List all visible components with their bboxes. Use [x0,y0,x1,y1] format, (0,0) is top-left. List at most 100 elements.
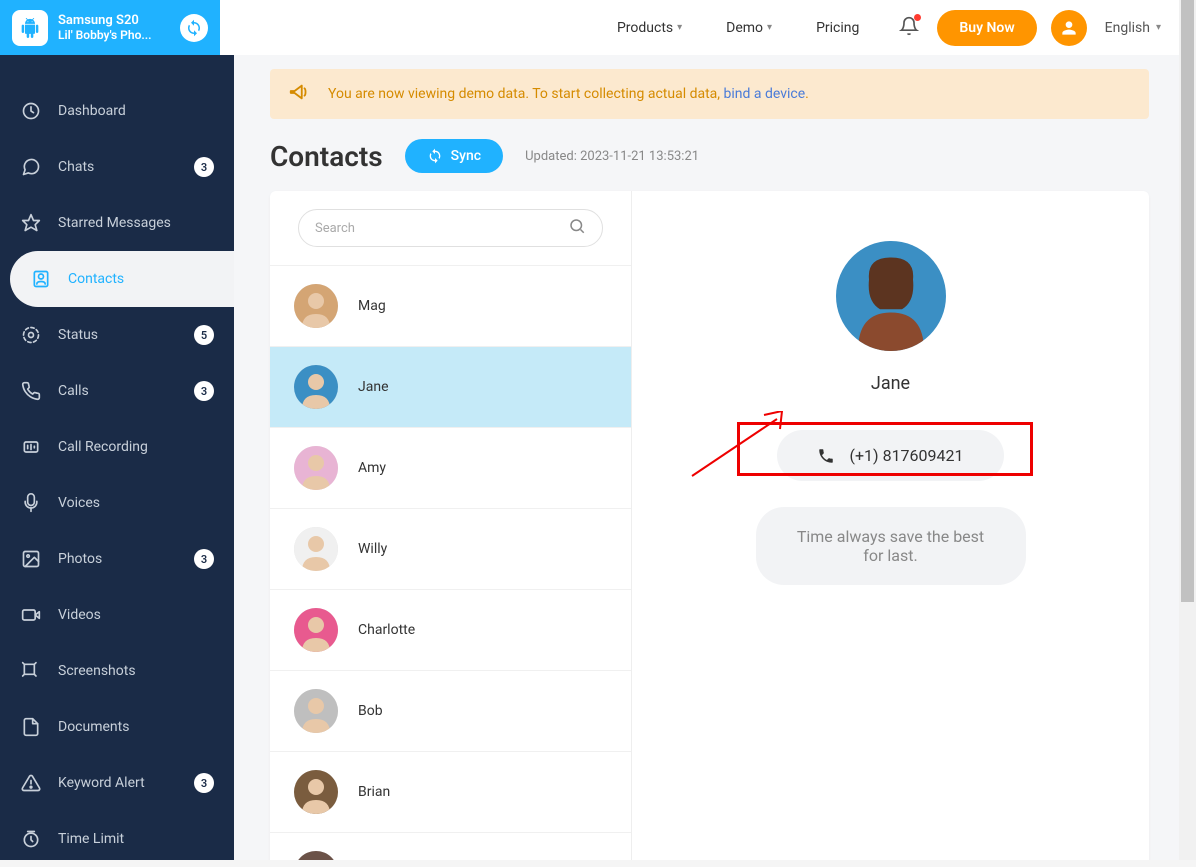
page-scrollbar[interactable] [1179,0,1196,860]
contact-row[interactable]: Willy [270,509,631,590]
sidebar-item-call-recording[interactable]: Call Recording [0,419,234,475]
contact-name: Mag [358,298,386,314]
sidebar-item-label: Screenshots [58,663,214,679]
contact-name: Charlotte [358,622,415,638]
contact-row[interactable]: Charlotte [270,590,631,671]
nav-demo[interactable]: Demo▾ [704,20,794,36]
bind-device-link[interactable]: bind a device [724,86,806,102]
sidebar-item-documents[interactable]: Documents [0,699,234,755]
sidebar-item-contacts[interactable]: Contacts [10,251,234,307]
sidebar-item-photos[interactable]: Photos3 [0,531,234,587]
sidebar-item-calls[interactable]: Calls3 [0,363,234,419]
chevron-down-icon: ▾ [767,22,772,33]
contact-avatar [294,689,338,733]
sidebar-item-label: Starred Messages [58,215,214,231]
sidebar-item-status[interactable]: Status5 [0,307,234,363]
sidebar-item-keyword-alert[interactable]: Keyword Alert3 [0,755,234,811]
sidebar-item-dashboard[interactable]: Dashboard [0,83,234,139]
sync-button[interactable]: Sync [405,139,503,173]
contact-row[interactable]: Sara [270,833,631,860]
sidebar: DashboardChats3Starred MessagesContactsS… [0,55,234,860]
badge-count: 3 [194,773,214,793]
sidebar-item-voices[interactable]: Voices [0,475,234,531]
buy-now-button[interactable]: Buy Now [937,10,1036,46]
sidebar-item-starred-messages[interactable]: Starred Messages [0,195,234,251]
contact-name: Amy [358,460,386,476]
contact-avatar [294,284,338,328]
sidebar-icon [20,828,42,850]
contact-row[interactable]: Bob [270,671,631,752]
chevron-down-icon: ▾ [677,22,682,33]
sidebar-item-time-limit[interactable]: Time Limit [0,811,234,867]
badge-count: 3 [194,157,214,177]
sidebar-item-label: Chats [58,159,194,175]
sidebar-item-label: Dashboard [58,103,214,119]
badge-count: 3 [194,381,214,401]
sidebar-item-chats[interactable]: Chats3 [0,139,234,195]
contact-name: Brian [358,784,390,800]
sidebar-icon [20,548,42,570]
device-badge[interactable]: Samsung S20 Lil' Bobby's Pho... [0,0,220,55]
phone-number[interactable]: (+1) 817609421 [777,430,1003,481]
badge-count: 3 [194,549,214,569]
contact-row[interactable]: Jane [270,347,631,428]
sidebar-icon [20,716,42,738]
sidebar-icon [20,212,42,234]
badge-count: 5 [194,325,214,345]
contact-avatar [294,770,338,814]
search-input[interactable] [315,221,568,236]
device-subtitle: Lil' Bobby's Pho... [58,28,174,42]
megaphone-icon [288,81,310,107]
sidebar-item-label: Calls [58,383,194,399]
contact-row[interactable]: Mag [270,265,631,347]
profile-avatar[interactable] [1051,10,1087,46]
android-icon [12,10,48,46]
contact-row[interactable]: Amy [270,428,631,509]
page-title: Contacts [270,140,383,173]
swap-device-icon[interactable] [180,14,208,42]
sidebar-icon [20,436,42,458]
device-name: Samsung S20 [58,13,174,28]
contact-name: Bob [358,703,383,719]
language-select[interactable]: English▾ [1105,20,1161,36]
notification-dot [914,14,921,21]
sidebar-icon [20,772,42,794]
contact-avatar [294,608,338,652]
sidebar-item-label: Videos [58,607,214,623]
search-box[interactable] [298,209,603,247]
main-content: You are now viewing demo data. To start … [234,55,1179,860]
sidebar-item-label: Keyword Alert [58,775,194,791]
chevron-down-icon: ▾ [1156,22,1161,33]
sidebar-item-screenshots[interactable]: Screenshots [0,643,234,699]
sidebar-icon [20,100,42,122]
contacts-panel: MagJaneAmyWillyCharlotteBobBrianSarano m… [270,191,1149,860]
sidebar-icon [20,660,42,682]
top-header: Samsung S20 Lil' Bobby's Pho... Products… [0,0,1179,55]
demo-notice: You are now viewing demo data. To start … [270,69,1149,119]
contact-name: Jane [358,379,389,395]
notifications-icon[interactable] [899,16,919,40]
contacts-list: MagJaneAmyWillyCharlotteBobBrianSarano m… [270,265,631,860]
sidebar-item-label: Contacts [68,271,214,287]
contact-avatar [294,527,338,571]
sidebar-icon [20,604,42,626]
contact-avatar [294,851,338,860]
contact-name: Willy [358,541,387,557]
contact-avatar [294,446,338,490]
contact-row[interactable]: Brian [270,752,631,833]
sidebar-icon [20,492,42,514]
nav-products[interactable]: Products▾ [595,20,704,36]
sidebar-item-videos[interactable]: Videos [0,587,234,643]
contact-avatar [294,365,338,409]
sidebar-item-label: Call Recording [58,439,214,455]
detail-avatar [836,241,946,351]
updated-label: Updated: 2023-11-21 13:53:21 [525,149,699,164]
status-text: Time always save the best for last. [756,507,1026,585]
sidebar-icon [20,324,42,346]
search-icon [568,217,586,239]
nav-pricing[interactable]: Pricing [794,20,881,36]
sidebar-icon [20,380,42,402]
sidebar-item-label: Status [58,327,194,343]
sidebar-item-label: Documents [58,719,214,735]
sidebar-item-label: Voices [58,495,214,511]
